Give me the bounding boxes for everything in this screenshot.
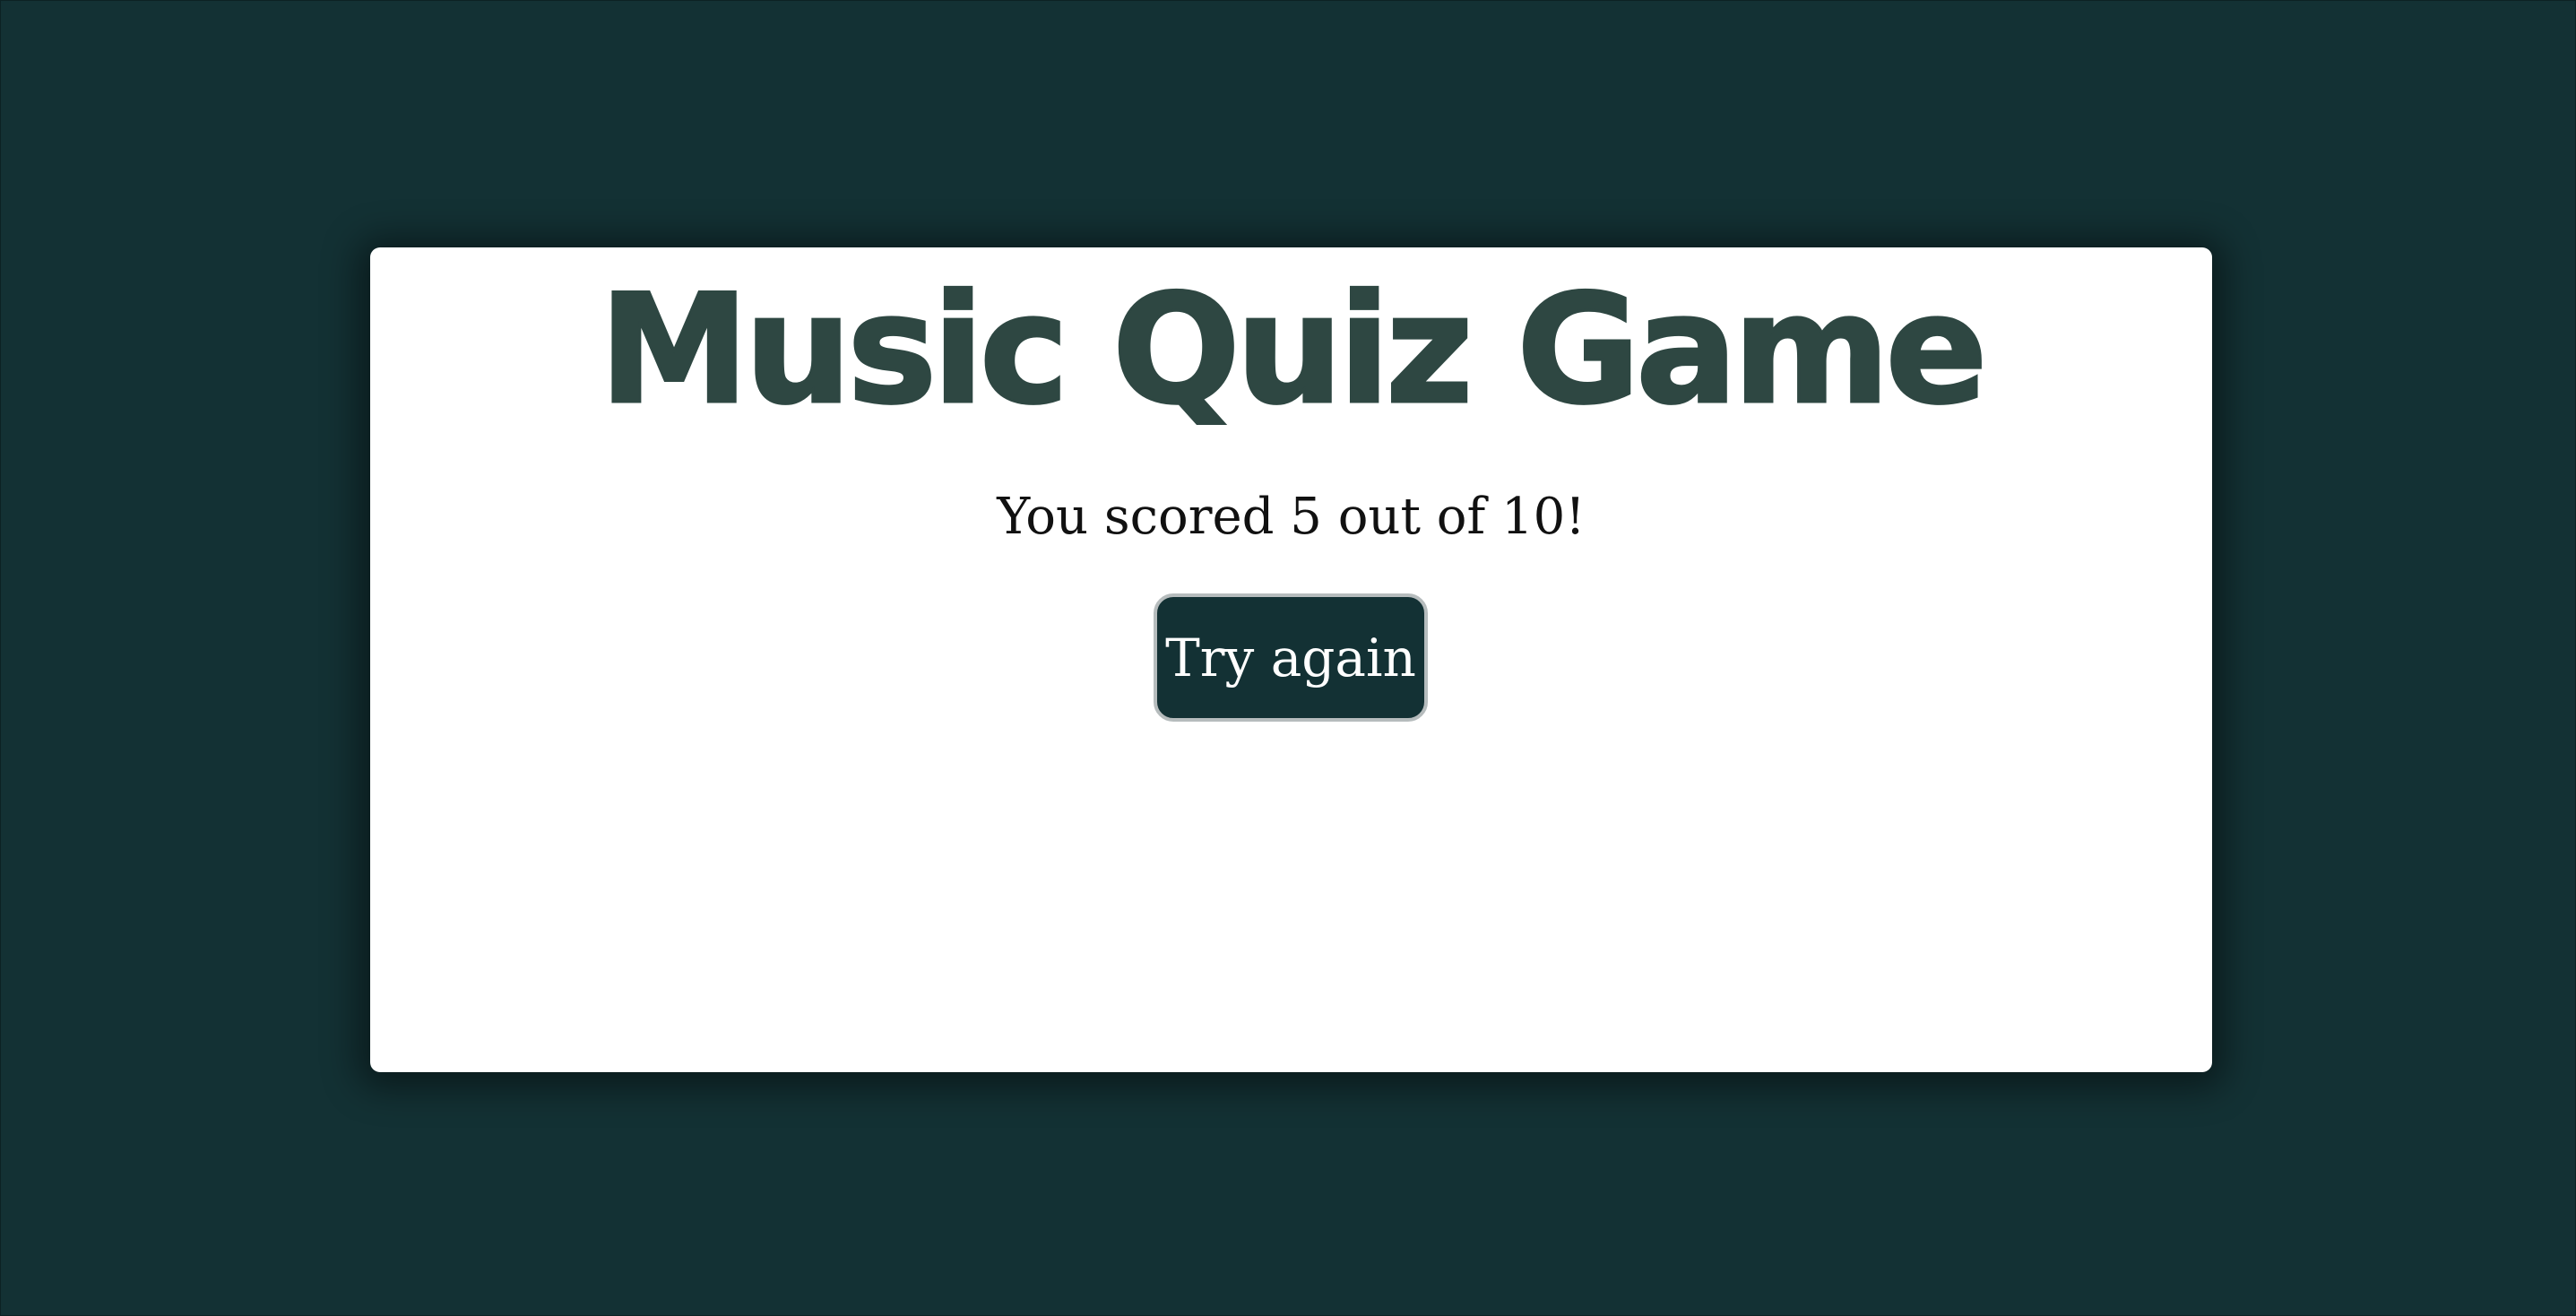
try-again-button[interactable]: Try again <box>1154 593 1428 722</box>
page-title: Music Quiz Game <box>598 262 1989 437</box>
quiz-card: Music Quiz Game You scored 5 out of 10! … <box>370 247 2212 1072</box>
score-message: You scored 5 out of 10! <box>997 488 1586 546</box>
